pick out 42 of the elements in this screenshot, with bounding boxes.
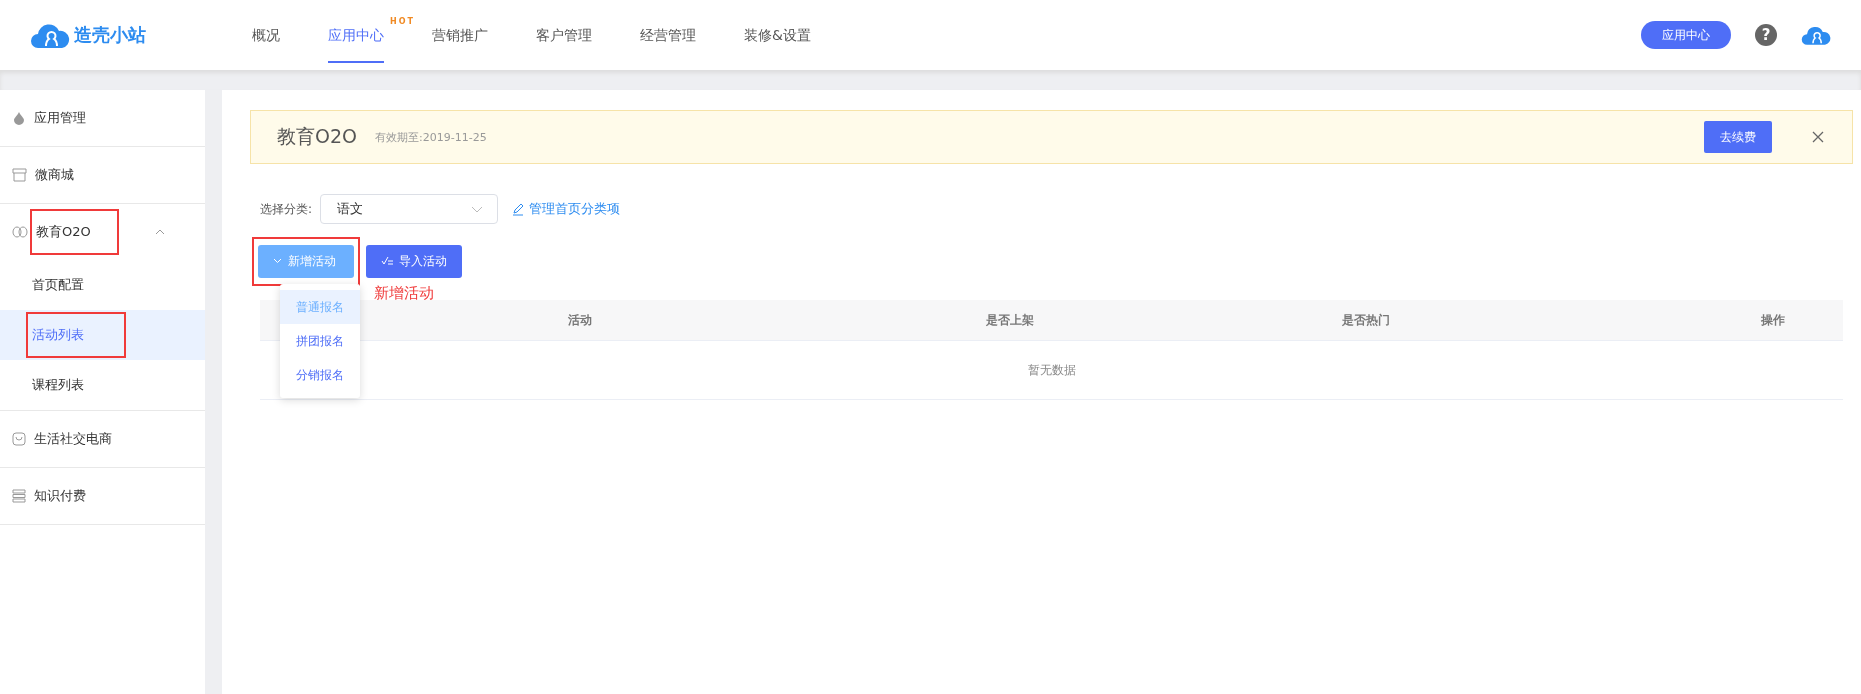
category-select[interactable]: 语文 xyxy=(320,194,499,224)
sidebar-subitem[interactable]: 课程列表 xyxy=(28,364,124,406)
banner-title: 教育O2O xyxy=(277,124,357,149)
nav-tab[interactable]: 客户管理 xyxy=(536,7,592,63)
sidebar-item[interactable]: 教育O2O xyxy=(32,211,117,253)
stack-icon xyxy=(12,489,26,503)
sidebar-subitem[interactable]: 首页配置 xyxy=(28,264,124,306)
nav-tab[interactable]: 经营管理 xyxy=(640,7,696,63)
app-center-button[interactable]: 应用中心 xyxy=(1641,21,1731,49)
import-activity-button[interactable]: 导入活动 xyxy=(366,244,462,278)
column-header: 操作 xyxy=(1761,311,1785,329)
column-header: 是否上架 xyxy=(985,311,1035,329)
column-header: 活动 xyxy=(567,311,593,329)
annotation-text: 新增活动 xyxy=(374,284,434,303)
pencil-icon xyxy=(512,202,525,216)
empty-text: 暂无数据 xyxy=(1027,361,1076,379)
chevron-down-icon xyxy=(273,258,282,264)
sidebar-item[interactable]: 生活社交电商 xyxy=(30,418,138,460)
hot-label: HOT xyxy=(390,17,415,26)
nav-tab[interactable]: 概况 xyxy=(252,7,280,63)
import-icon xyxy=(381,256,393,266)
store-icon xyxy=(12,168,27,182)
bag-icon xyxy=(12,432,26,446)
menu-item[interactable]: 拼团报名 xyxy=(280,324,360,358)
sidebar-item[interactable]: 微商城 xyxy=(31,154,100,196)
chevron-icon[interactable] xyxy=(155,229,165,235)
renew-button[interactable]: 去续费 xyxy=(1704,121,1772,153)
menu-item[interactable]: 分销报名 xyxy=(280,358,360,392)
drop-icon xyxy=(12,111,26,125)
sidebar-item[interactable]: 应用管理 xyxy=(30,97,112,139)
filter-label: 选择分类: xyxy=(260,200,313,218)
nav-tab[interactable]: 营销推广 xyxy=(432,7,488,63)
logo-text: 造壳小站 xyxy=(74,23,146,47)
nav-tab[interactable]: 应用中心 xyxy=(328,7,384,63)
nav-tab[interactable]: 装修&设置 xyxy=(744,7,811,63)
help-button[interactable]: ? xyxy=(1755,24,1777,46)
expiry-text: 有效期至:2019-11-25 xyxy=(375,129,487,145)
sidebar-item[interactable]: 知识付费 xyxy=(30,475,112,517)
brain-icon xyxy=(12,225,28,239)
manage-category-link[interactable]: 管理首页分类项 xyxy=(512,200,621,218)
close-icon[interactable] xyxy=(1812,131,1824,143)
column-header: 是否热门 xyxy=(1341,311,1391,329)
